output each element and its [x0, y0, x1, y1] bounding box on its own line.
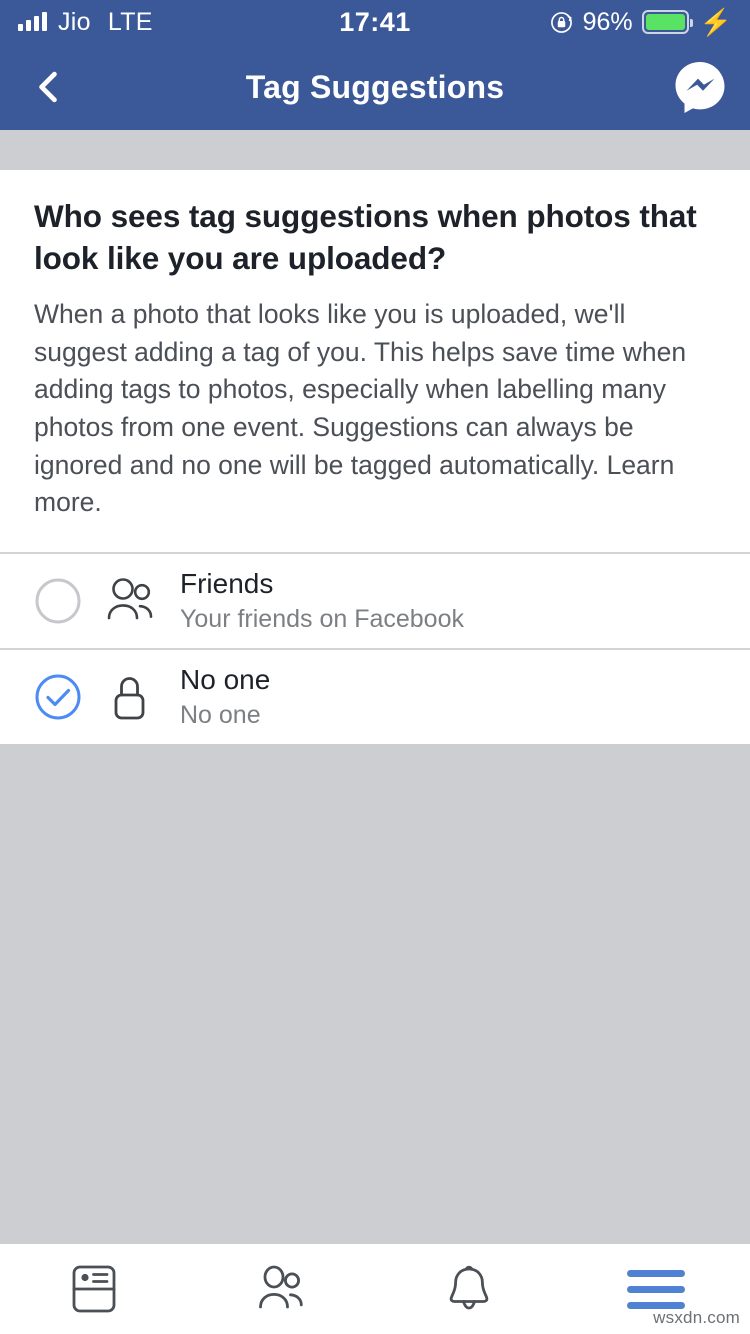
status-bar-right: 96% ⚡ [549, 8, 732, 37]
friends-icon [100, 574, 160, 628]
chevron-left-icon [39, 71, 57, 103]
notifications-bell-icon [449, 1265, 489, 1310]
radio-unselected-icon[interactable] [34, 577, 82, 625]
status-bar-left: Jio LTE [18, 8, 153, 37]
bottom-tab-bar: wsxdn.com [0, 1244, 750, 1334]
news-feed-icon [72, 1265, 116, 1313]
charging-bolt-icon: ⚡ [699, 7, 732, 37]
network-type-label: LTE [107, 7, 153, 36]
battery-icon [641, 10, 693, 34]
navigation-bar: Tag Suggestions [0, 44, 750, 130]
lock-icon [100, 670, 160, 724]
watermark: wsxdn.com [653, 1308, 740, 1327]
friends-icon [259, 1265, 303, 1309]
status-bar: Jio LTE 17:41 96% ⚡ [0, 0, 750, 44]
section-heading: Who sees tag suggestions when photos tha… [34, 198, 697, 276]
messenger-icon [675, 62, 725, 113]
option-row-no-one[interactable]: No one No one [0, 649, 750, 744]
tab-friends[interactable] [188, 1244, 376, 1334]
option-text-friends: Friends Your friends on Facebook [180, 567, 464, 636]
empty-content-area [0, 743, 750, 1244]
option-subtitle: No one [180, 700, 261, 729]
battery-percentage-label: 96% [582, 7, 633, 36]
option-text-no-one: No one No one [180, 663, 270, 732]
signal-bars-icon [18, 12, 47, 31]
intro-block: Who sees tag suggestions when photos tha… [0, 170, 750, 552]
back-button[interactable] [22, 61, 74, 113]
tab-notifications[interactable] [375, 1244, 563, 1334]
section-spacer [0, 130, 750, 170]
option-row-friends[interactable]: Friends Your friends on Facebook [0, 553, 750, 648]
radio-selected-check-icon[interactable] [34, 673, 82, 721]
carrier-label: Jio [58, 7, 91, 36]
option-title: Friends [180, 567, 274, 599]
option-title: No one [180, 663, 271, 695]
tab-news-feed[interactable] [0, 1244, 188, 1334]
section-description: When a photo that looks like you is uplo… [34, 299, 687, 518]
phone-screen: Jio LTE 17:41 96% ⚡ Tag Suggestions Who … [0, 0, 750, 1334]
rotation-lock-icon [549, 10, 574, 35]
menu-hamburger-icon [627, 1269, 686, 1309]
page-title: Tag Suggestions [245, 68, 505, 105]
option-subtitle: Your friends on Facebook [180, 604, 464, 633]
content-card: Who sees tag suggestions when photos tha… [0, 170, 750, 744]
messenger-button[interactable] [672, 59, 728, 115]
